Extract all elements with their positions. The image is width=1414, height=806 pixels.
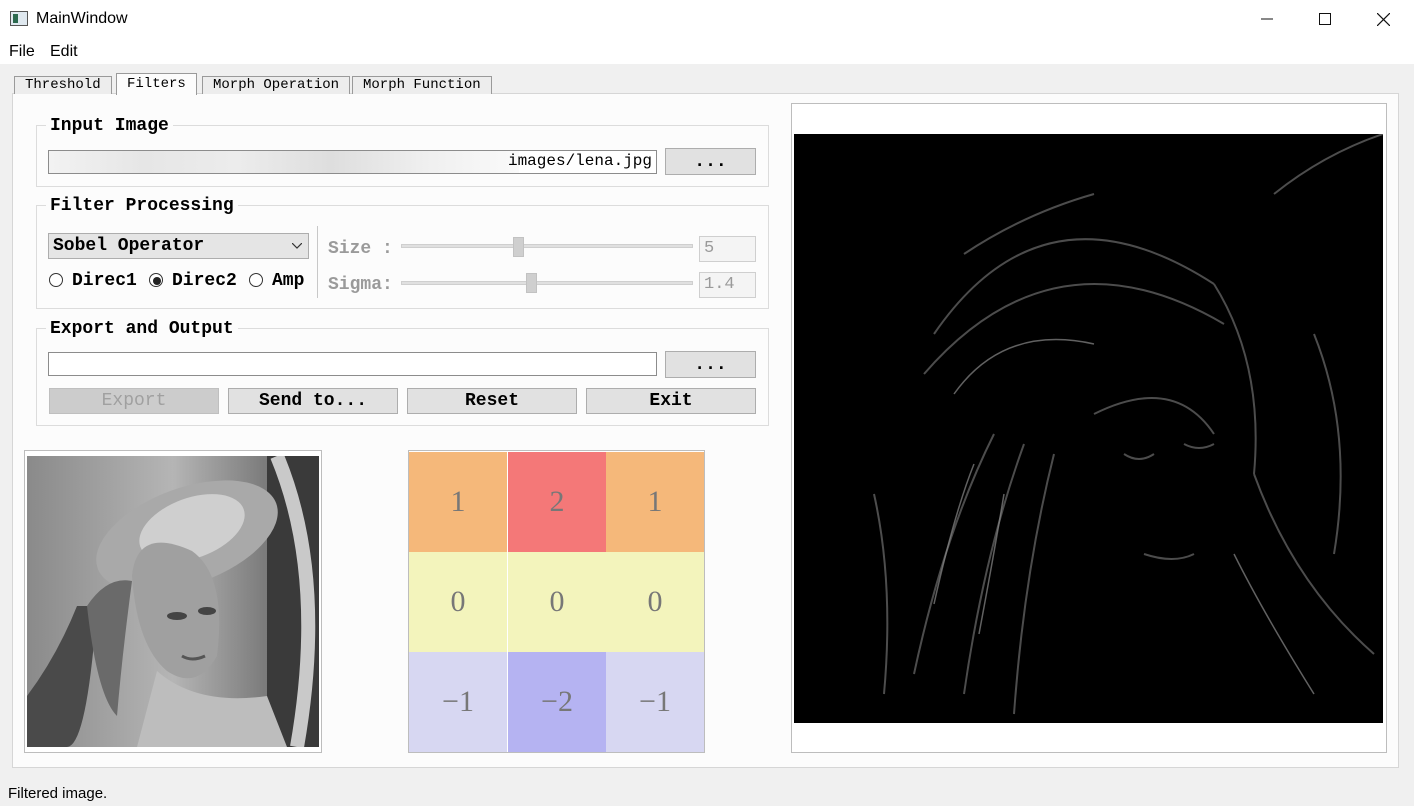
radio-direc2-label: Direc2 [172,271,237,291]
kernel-cell[interactable]: 2 [508,452,606,552]
sigma-spinbox[interactable]: 1.4 [699,272,756,298]
title-bar [0,0,1414,38]
export-output-title: Export and Output [46,319,238,339]
tab-morph-operation[interactable]: Morph Operation [202,76,351,94]
menu-bar [0,38,1414,64]
redacted-path-blur [49,151,519,173]
output-browse-button[interactable]: ... [665,351,756,378]
input-path-field[interactable]: images/lena.jpg [48,150,657,174]
menu-file[interactable]: File [9,42,35,62]
export-button[interactable]: Export [49,388,219,414]
maximize-icon [1319,13,1331,25]
vertical-divider [317,226,318,298]
maximize-button[interactable] [1296,0,1354,38]
input-image-preview [27,456,319,747]
kernel-cell[interactable]: 1 [409,452,507,552]
close-icon [1376,12,1390,26]
kernel-value: −1 [442,685,474,718]
menu-edit[interactable]: Edit [50,42,78,62]
tab-filters[interactable]: Filters [116,73,197,95]
kernel-value: 2 [549,485,565,518]
kernel-value: 0 [549,585,565,618]
send-to-button[interactable]: Send to... [228,388,398,414]
reset-button[interactable]: Reset [407,388,577,414]
radio-amp-label: Amp [272,271,305,291]
kernel-value: −1 [639,685,671,718]
size-label: Size : [328,239,393,259]
radio-direc1[interactable] [49,273,63,287]
kernel-value: −2 [541,685,573,718]
exit-button[interactable]: Exit [586,388,756,414]
filter-select[interactable]: Sobel Operator [48,233,309,259]
output-path-field[interactable] [48,352,657,376]
kernel-value: 1 [450,485,466,518]
tab-morph-function[interactable]: Morph Function [352,76,492,94]
kernel-cell[interactable]: −1 [606,652,704,752]
radio-direc2[interactable] [149,273,163,287]
size-slider-track[interactable] [401,244,693,248]
kernel-cell[interactable]: 1 [606,452,704,552]
radio-amp[interactable] [249,273,263,287]
kernel-cell[interactable]: −1 [409,652,507,752]
sigma-slider-track[interactable] [401,281,693,285]
kernel-value: 0 [450,585,466,618]
tab-threshold[interactable]: Threshold [14,76,112,94]
kernel-value: 1 [647,485,663,518]
sigma-label: Sigma: [328,275,393,295]
size-spinbox[interactable]: 5 [699,236,756,262]
kernel-cell[interactable]: −2 [508,652,606,752]
status-bar-message: Filtered image. [8,785,108,802]
chevron-down-icon [292,243,302,249]
input-path-text: images/lena.jpg [507,152,652,170]
filter-select-value: Sobel Operator [53,236,205,256]
kernel-cell[interactable]: 0 [409,552,507,652]
kernel-value: 0 [647,585,663,618]
kernel-cell[interactable]: 0 [606,552,704,652]
sigma-slider-handle[interactable] [526,273,537,293]
size-slider-handle[interactable] [513,237,524,257]
input-browse-button[interactable]: ... [665,148,756,175]
minimize-button[interactable] [1238,0,1296,38]
minimize-icon [1261,18,1273,20]
input-image-title: Input Image [46,116,173,136]
close-button[interactable] [1354,0,1412,38]
radio-direc1-label: Direc1 [72,271,137,291]
filter-processing-title: Filter Processing [46,196,238,216]
window-title: MainWindow [36,10,128,27]
app-window-icon [10,11,28,26]
output-image-preview [794,134,1383,723]
kernel-cell[interactable]: 0 [508,552,606,652]
